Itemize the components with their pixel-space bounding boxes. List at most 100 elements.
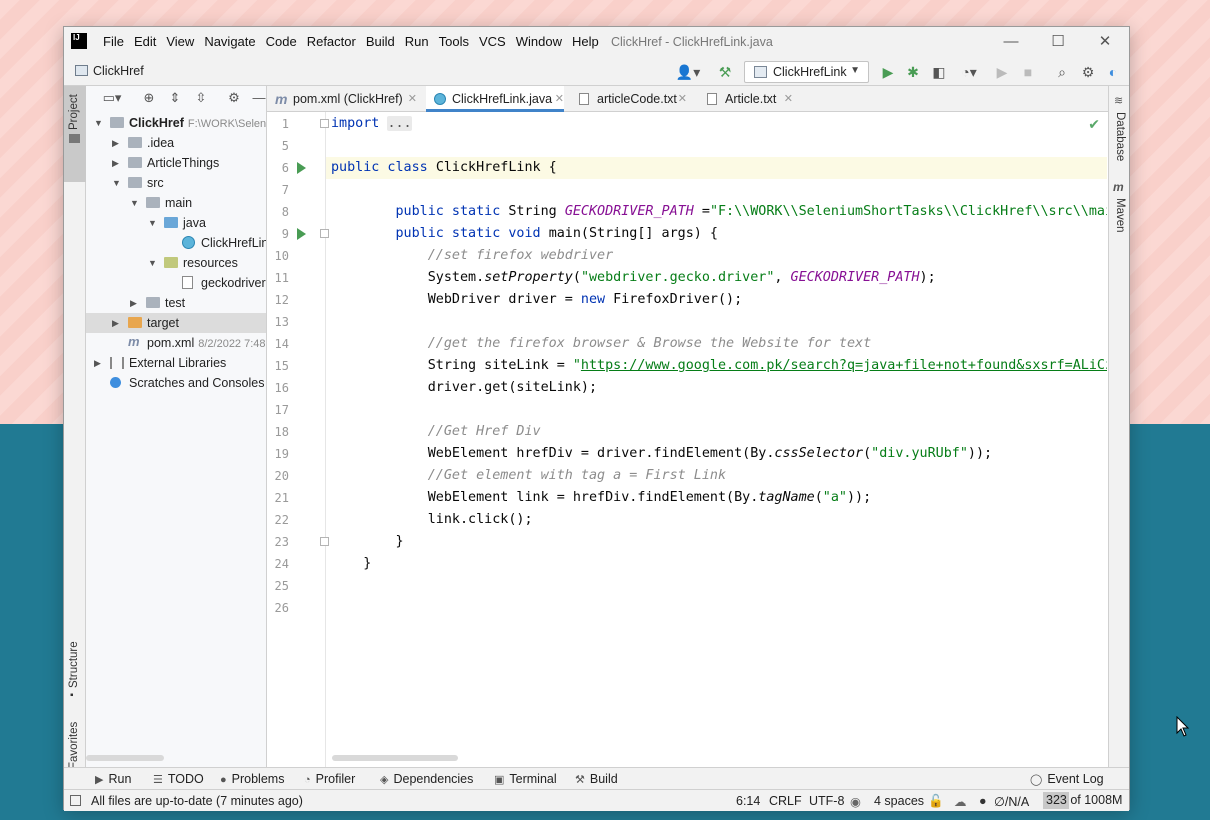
debug-icon[interactable]: ✱: [904, 63, 922, 81]
expand-all-icon[interactable]: ⇕: [167, 90, 183, 106]
chevron-down-icon[interactable]: ▼: [130, 193, 140, 213]
toolwindow-problems-button[interactable]: ● Problems: [220, 772, 284, 786]
project-hscrollbar[interactable]: [86, 755, 164, 761]
run-gutter-icon[interactable]: [297, 162, 306, 174]
tab-pom-xml-clickhref[interactable]: m pom.xml (ClickHref) ✕: [267, 86, 417, 112]
line-separator[interactable]: CRLF: [769, 794, 802, 808]
event-log-button[interactable]: ◯ Event Log: [1030, 772, 1104, 786]
menu-edit[interactable]: Edit: [129, 34, 161, 49]
resume-icon[interactable]: ▶: [993, 63, 1011, 81]
vcs-status[interactable]: ∅/N/A: [994, 794, 1029, 809]
view-mode-icon[interactable]: ▭▾: [96, 90, 128, 106]
run-icon[interactable]: ▶: [879, 63, 897, 81]
profile-icon[interactable]: ◔▾: [955, 63, 983, 81]
menu-tools[interactable]: Tools: [434, 34, 474, 49]
tree-item-target[interactable]: ▶ target: [86, 313, 266, 333]
readonly-eye-icon[interactable]: ◉: [850, 794, 861, 809]
menu-run[interactable]: Run: [400, 34, 434, 49]
close-icon[interactable]: ✕: [784, 86, 793, 112]
code-token: "a": [822, 490, 847, 505]
file-encoding[interactable]: UTF-8: [809, 794, 844, 808]
memory-label: 323 of 1008M: [1046, 793, 1123, 807]
run-config-selector[interactable]: ClickHrefLink ▼: [744, 61, 869, 83]
maximize-button[interactable]: ☐: [1038, 31, 1078, 53]
editor-hscrollbar[interactable]: [332, 755, 458, 761]
tab-articlecode-txt[interactable]: articleCode.txt ✕: [571, 86, 687, 112]
tree-item-pom-xml[interactable]: m pom.xml 8/2/2022 7:48: [86, 333, 266, 353]
chevron-right-icon[interactable]: ▶: [94, 353, 104, 373]
tree-item-meta: 8/2/2022 7:48: [198, 338, 266, 350]
menu-file[interactable]: File: [98, 34, 129, 49]
user-icon[interactable]: 👤▾: [675, 63, 701, 81]
toolwindow-todo-button[interactable]: ☰ TODO: [153, 772, 204, 786]
tab-article-txt[interactable]: Article.txt ✕: [699, 86, 793, 112]
chevron-down-icon[interactable]: ▼: [94, 113, 104, 133]
hammer-icon[interactable]: ⚒: [716, 63, 734, 81]
toolwindow-profiler-button[interactable]: ◔ Profiler: [304, 772, 355, 786]
tab-project[interactable]: Project: [64, 86, 86, 182]
tree-item-java[interactable]: ▼ java: [86, 213, 266, 233]
tree-item-main[interactable]: ▼ main: [86, 193, 266, 213]
lock-icon[interactable]: 🔓: [928, 794, 944, 809]
tree-item-resources[interactable]: ▼ resources: [86, 253, 266, 273]
tree-item-src[interactable]: ▼ src: [86, 173, 266, 193]
tree-item-meta: F:\WORK\Selen: [187, 118, 267, 130]
run-gutter-icon[interactable]: [297, 228, 306, 240]
toolwindow-run-button[interactable]: ▶ Run: [95, 772, 131, 786]
code-token: WebDriver driver =: [331, 292, 581, 307]
tree-item--idea[interactable]: ▶ .idea: [86, 133, 266, 153]
menu-bar: File Edit View Navigate Code Refactor Build Run…: [98, 34, 604, 49]
stop-icon[interactable]: ■: [1019, 63, 1037, 81]
line-number: 11: [274, 271, 289, 285]
tree-item-scratches-and-consoles[interactable]: Scratches and Consoles: [86, 373, 266, 393]
minimize-button[interactable]: —: [991, 31, 1031, 53]
code-editor[interactable]: import ... public class ClickHrefLink { p…: [326, 112, 1107, 767]
update-icon[interactable]: ◐: [1104, 63, 1122, 81]
menu-build[interactable]: Build: [361, 34, 400, 49]
indent-setting[interactable]: 4 spaces: [874, 794, 924, 808]
locate-icon[interactable]: ⊕: [141, 90, 157, 106]
chevron-right-icon[interactable]: ▶: [112, 133, 122, 153]
menu-code[interactable]: Code: [261, 34, 302, 49]
coverage-icon[interactable]: ◧: [930, 63, 948, 81]
search-icon[interactable]: ⌕: [1053, 63, 1071, 81]
collapse-all-icon[interactable]: ⇳: [193, 90, 209, 106]
nav-project-breadcrumb[interactable]: ClickHref: [93, 64, 144, 78]
caret-position[interactable]: 6:14: [736, 794, 760, 808]
settings-icon[interactable]: ⚙: [1079, 63, 1097, 81]
tree-item-test[interactable]: ▶ test: [86, 293, 266, 313]
memory-indicator[interactable]: 323 of 1008M: [1043, 792, 1123, 809]
chevron-down-icon[interactable]: ▼: [148, 253, 158, 273]
cloud-icon[interactable]: ☁: [954, 794, 967, 809]
toolwindow-dependencies-button[interactable]: ◈ Dependencies: [380, 772, 473, 786]
close-icon[interactable]: ✕: [408, 86, 417, 112]
tree-item-clickhref[interactable]: ▼ ClickHref F:\WORK\Selen: [86, 113, 266, 133]
menu-refactor[interactable]: Refactor: [302, 34, 361, 49]
menu-vcs[interactable]: VCS: [474, 34, 511, 49]
tab-structure[interactable]: Structure ▪: [64, 632, 86, 704]
chevron-right-icon[interactable]: ▶: [130, 293, 140, 313]
menu-help[interactable]: Help: [567, 34, 604, 49]
tree-item-external-libraries[interactable]: ▶ External Libraries: [86, 353, 266, 373]
close-button[interactable]: ✕: [1085, 31, 1125, 53]
tree-item-clickhreflin[interactable]: ClickHrefLin: [86, 233, 266, 253]
tree-item-articlethings[interactable]: ▶ ArticleThings: [86, 153, 266, 173]
tool-windows-toggle-icon[interactable]: [70, 795, 81, 806]
code-token: =: [693, 204, 710, 219]
menu-navigate[interactable]: Navigate: [199, 34, 260, 49]
tab-clickhreflink-java[interactable]: ClickHrefLink.java ✕: [426, 86, 564, 112]
chevron-down-icon[interactable]: ▼: [148, 213, 158, 233]
chevron-right-icon[interactable]: ▶: [112, 153, 122, 173]
tree-item-geckodriver[interactable]: geckodriver.: [86, 273, 266, 293]
menu-view[interactable]: View: [161, 34, 199, 49]
close-icon[interactable]: ✕: [555, 86, 564, 112]
toolwindow-build-button[interactable]: ⚒ Build: [575, 772, 618, 786]
hide-icon[interactable]: —: [251, 90, 266, 106]
chevron-right-icon[interactable]: ▶: [112, 313, 122, 333]
toolwindow-terminal-button[interactable]: ▣ Terminal: [494, 772, 557, 786]
gear-icon[interactable]: ⚙: [226, 90, 242, 106]
line-number: 1: [281, 117, 289, 131]
close-icon[interactable]: ✕: [678, 86, 687, 112]
menu-window[interactable]: Window: [511, 34, 567, 49]
chevron-down-icon[interactable]: ▼: [112, 173, 122, 193]
